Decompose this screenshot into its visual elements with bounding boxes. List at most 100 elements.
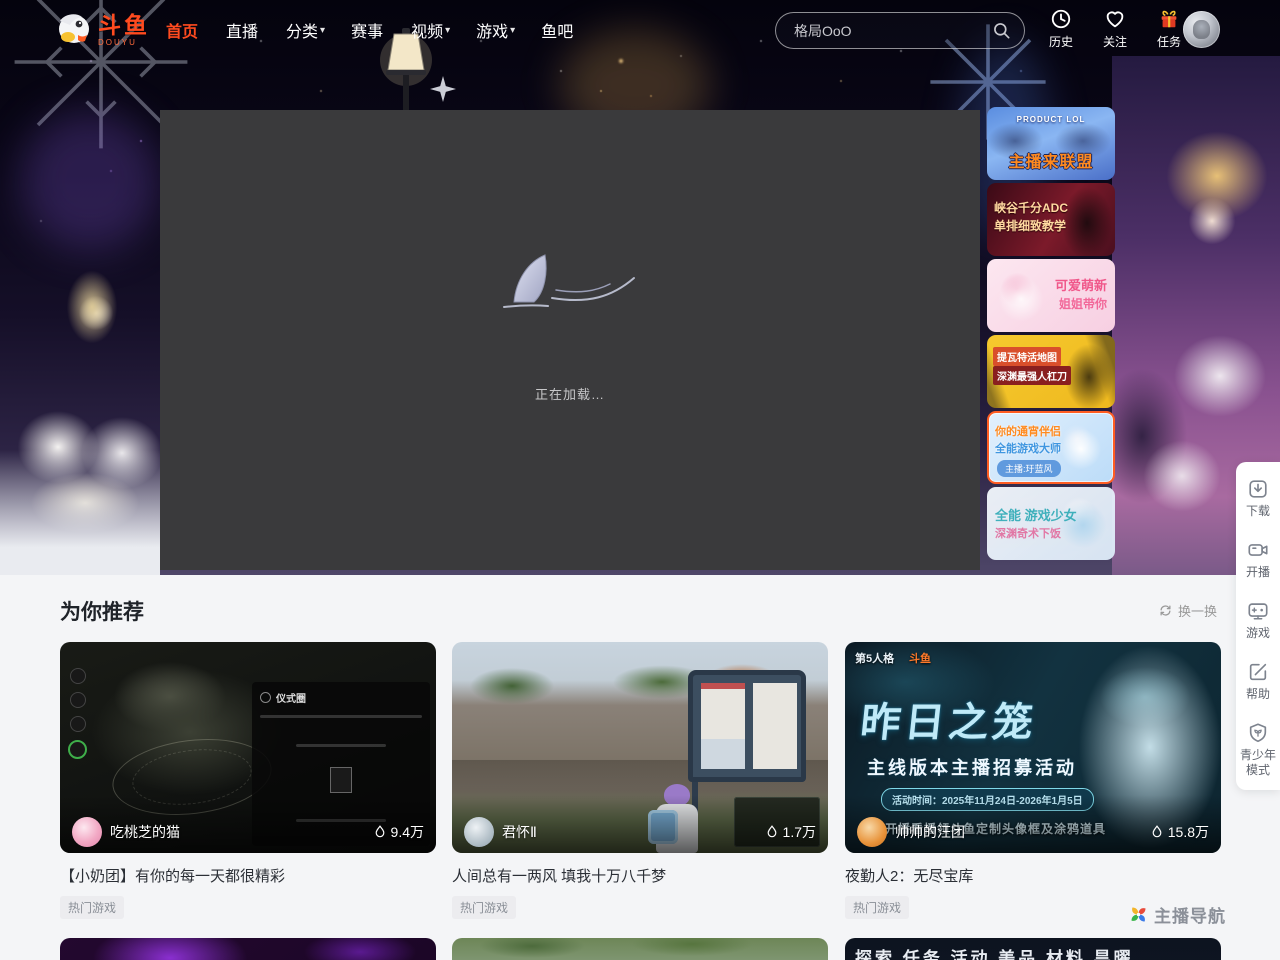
clock-icon [1050,8,1072,30]
stream-thumbnail[interactable]: 第5人格 斗鱼 昨日之笼 主线版本主播招募活动 活动时间：2025年11月24日… [845,642,1221,853]
game-ui-icon [68,740,87,759]
banner-line2: 深渊奇术下饭 [995,525,1061,541]
category-tag[interactable]: 热门游戏 [452,896,516,919]
shark-fin-loading-icon [500,250,640,312]
thumbnail-footer: 帅帅的汪团 15.8万 [845,795,1221,853]
game-center-button[interactable]: 游戏 [1236,600,1280,641]
viewer-count: 1.7万 [765,822,816,842]
star-decoration [430,76,456,102]
search-icon[interactable] [992,21,1012,41]
game-logo-text: 第5人格 [855,650,894,666]
history-button[interactable]: 历史 [1040,8,1082,50]
nav-home[interactable]: 首页 [166,18,200,42]
game-ui-icon [70,692,86,708]
nav-esports[interactable]: 赛事 [351,18,385,42]
banner-line2: 全能游戏大师 [995,440,1061,456]
stream-title: 夜勤人2：无尽宝库 [845,865,1221,886]
thumbnail-footer: 君怀Ⅱ 1.7万 [452,795,828,853]
watermark-label: 主播导航 [1154,902,1226,927]
section-title: 为你推荐 [60,596,144,626]
text-line [296,744,385,747]
go-live-button[interactable]: 开播 [1236,539,1280,580]
live-player: 正在加载… [160,110,980,570]
banner-anchor-league[interactable]: PRODUCT LOL 主播来联盟 [987,107,1115,180]
teen-mode-button[interactable]: 青少年模式 [1236,722,1280,778]
game-ui-icon [70,668,86,684]
stream-title: 人间总有一两风 填我十万八千梦 [452,865,828,886]
stream-card: 第5人格 斗鱼 昨日之笼 主线版本主播招募活动 活动时间：2025年11月24日… [845,642,1221,919]
main-nav: 首页 直播 分类▾ 赛事 视频▾ 游戏▾ 鱼吧 [166,18,575,42]
banner-teyvat-map[interactable]: 提瓦特活地图 深渊最强人杠刀 [987,335,1115,408]
user-avatar[interactable] [1183,11,1220,48]
viewer-count: 15.8万 [1150,822,1209,842]
bulletin-board-art [688,670,806,782]
banner-line2: 深渊最强人杠刀 [993,366,1071,385]
anchor-navigation-watermark[interactable]: 主播导航 [1128,902,1226,927]
streamer-avatar[interactable] [72,817,102,847]
help-button[interactable]: 帮助 [1236,661,1280,702]
gift-icon [1158,8,1180,30]
heart-icon [1104,8,1126,30]
game-ui-icon [70,716,86,732]
pinwheel-icon [1128,904,1149,925]
game-dialog-icon [260,692,271,703]
game-monitor-icon [1247,600,1269,622]
banner-game-girl[interactable]: 全能 游戏少女 深渊奇术下饭 [987,487,1115,560]
event-subline: 主线版本主播招募活动 [867,754,1077,780]
search-input[interactable] [792,22,992,40]
refresh-button[interactable]: 换一换 [1158,601,1217,620]
event-headline: 昨日之笼 [858,690,1040,748]
download-button[interactable]: 下载 [1236,478,1280,519]
follow-button[interactable]: 关注 [1094,8,1136,50]
top-navigation-bar: 斗鱼 DOUYU 首页 直播 分类▾ 赛事 视频▾ 游戏▾ 鱼吧 [0,0,1280,60]
stream-thumbnail-row2[interactable] [60,938,436,960]
banner-line2: 姐姐带你 [1059,295,1107,312]
tool-label: 游戏 [1238,626,1278,641]
stream-thumbnail-row2[interactable]: 探索 任务 活动 美品 材料 昙曜 [845,938,1221,960]
category-tag[interactable]: 热门游戏 [845,896,909,919]
banner-adc-teaching[interactable]: 峡谷千分ADC 单排细致教学 [987,183,1115,256]
stream-thumbnail[interactable]: 仪式圈 吃桃芝的猫 9.4万 [60,642,436,853]
banner-line1: 峡谷千分ADC [994,199,1068,216]
banner-line1: 你的通宵伴侣 [995,423,1061,439]
feedback-pencil-icon [1247,661,1269,683]
thumbnail-footer: 吃桃芝的猫 9.4万 [60,795,436,853]
category-tag[interactable]: 热门游戏 [60,896,124,919]
stream-thumbnail-row2[interactable] [452,938,828,960]
nav-videos[interactable]: 视频▾ [411,18,450,42]
stream-thumbnail[interactable]: 君怀Ⅱ 1.7万 [452,642,828,853]
promo-banner-rail: PRODUCT LOL 主播来联盟 峡谷千分ADC 单排细致教学 可爱萌新 姐姐… [987,107,1115,560]
brand-subtitle: DOUYU [98,39,150,47]
banner-overnight-companion-selected[interactable]: 你的通宵伴侣 全能游戏大师 主播:玗蓝风 [987,411,1115,484]
douyu-shark-mascot-icon [54,11,94,49]
banner-line2: 单排细致教学 [994,217,1066,234]
douyu-homepage: 斗鱼 DOUYU 首页 直播 分类▾ 赛事 视频▾ 游戏▾ 鱼吧 [0,0,1280,960]
douyu-logo[interactable]: 斗鱼 DOUYU [54,11,150,49]
teen-shield-icon [1247,722,1269,744]
brand-name: 斗鱼 [98,14,150,37]
hot-flame-icon [765,824,779,840]
streamer-name: 吃桃芝的猫 [110,822,373,842]
nav-games[interactable]: 游戏▾ [476,18,515,42]
left-fade [0,450,160,575]
nav-categories[interactable]: 分类▾ [286,18,325,42]
banner-title: 主播来联盟 [987,148,1115,172]
nav-live[interactable]: 直播 [226,18,260,42]
streamer-avatar[interactable] [857,817,887,847]
tool-label: 帮助 [1238,687,1278,702]
streamer-avatar[interactable] [464,817,494,847]
hot-flame-icon [373,824,387,840]
stream-card: 仪式圈 吃桃芝的猫 9.4万 【小奶团】有你的每一天都很精彩 热门游戏 [60,642,436,919]
banner-line1: 全能 游戏少女 [995,505,1077,524]
search-box [775,12,1025,49]
refresh-label: 换一换 [1178,601,1217,620]
game-menu-text: 探索 任务 活动 美品 材料 昙曜 [855,944,1134,960]
banner-cute-newbie[interactable]: 可爱萌新 姐姐带你 [987,259,1115,332]
stream-title: 【小奶团】有你的每一天都很精彩 [60,865,436,886]
nav-fishbar[interactable]: 鱼吧 [541,18,575,42]
topbar-actions: 历史 关注 任务 [1040,8,1190,50]
douyu-mini-logo: 斗鱼 [909,650,931,666]
stream-card: 君怀Ⅱ 1.7万 人间总有一两风 填我十万八千梦 热门游戏 [452,642,828,919]
streamer-name: 帅帅的汪团 [895,822,1150,842]
text-line [260,715,422,718]
